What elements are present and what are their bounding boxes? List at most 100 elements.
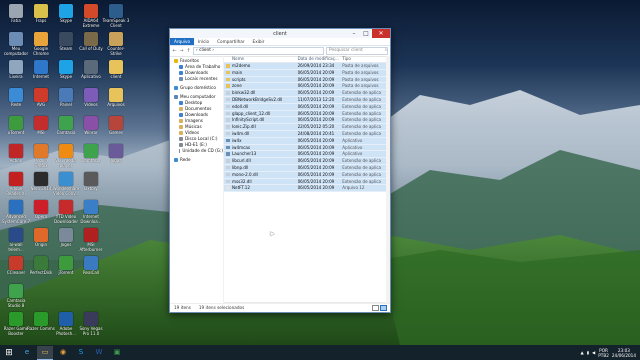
taskbar-explorer-icon[interactable]: ▭ bbox=[37, 345, 53, 360]
desktop-icon[interactable]: jTorrent bbox=[52, 256, 80, 286]
file-row[interactable]: scripts 06/05/2014 20:09 Pasta de arquivos bbox=[224, 76, 390, 84]
desktop-icon[interactable]: MSI bbox=[27, 116, 55, 146]
nav-item[interactable]: Grupo doméstico bbox=[170, 85, 223, 91]
desktop-icon[interactable]: VLC media player bbox=[52, 144, 80, 174]
desktop-icon[interactable]: Fraps bbox=[27, 4, 55, 34]
volume-icon[interactable]: ◀ bbox=[592, 350, 595, 355]
desktop-icon[interactable]: Origin bbox=[27, 228, 55, 258]
desktop-icon[interactable]: RealCall bbox=[77, 256, 105, 286]
search-input[interactable]: Pesquisar client ⌕ bbox=[326, 47, 388, 55]
title-bar[interactable]: client – □ ✕ bbox=[170, 29, 390, 38]
desktop-icon[interactable]: Camtasia Studio 8 bbox=[2, 284, 30, 314]
desktop-icon[interactable]: Counter-Strike bbox=[102, 32, 130, 62]
nav-item[interactable]: Rede bbox=[170, 157, 223, 163]
desktop-icon[interactable]: YTD Video Downloader bbox=[52, 200, 80, 230]
file-row[interactable]: NetFT.12 06/05/2014 20:09 Arquivo 12 bbox=[224, 185, 390, 193]
vertical-scrollbar[interactable] bbox=[386, 56, 390, 304]
desktop-icon[interactable]: Call of Duty bbox=[77, 32, 105, 62]
desktop-icon[interactable]: Steam bbox=[52, 32, 80, 62]
desktop-icon[interactable]: Internet Downloa... bbox=[77, 200, 105, 230]
file-row[interactable]: DBNetworkBridgeSv2.dll 11/07/2013 12:20 Ex… bbox=[224, 96, 390, 104]
file-row[interactable]: binkw32.dll 06/05/2014 20:09 Extensão de a… bbox=[224, 90, 390, 97]
minimize-button[interactable]: – bbox=[348, 29, 360, 38]
column-date[interactable]: Data de modificaç... bbox=[298, 56, 343, 62]
tray-arrow-icon[interactable]: ▲ bbox=[580, 350, 583, 355]
desktop-icon[interactable]: TeamSpeak 3 Client bbox=[102, 4, 130, 34]
clock[interactable]: 23:03 24/06/2014 bbox=[612, 348, 636, 358]
desktop-icon[interactable]: Meu computador bbox=[2, 32, 30, 62]
desktop-icon[interactable]: Action bbox=[2, 144, 30, 174]
desktop-icon[interactable]: Winrar bbox=[77, 116, 105, 146]
desktop-icon[interactable]: Lixeira bbox=[2, 60, 30, 90]
taskbar-word-icon[interactable]: W bbox=[91, 346, 107, 359]
file-row[interactable]: main 06/05/2014 20:09 Pasta de arquivos bbox=[224, 69, 390, 77]
taskbar-ie-icon[interactable]: e bbox=[19, 346, 35, 359]
file-row[interactable]: iw4x 06/05/2014 20:09 Aplicativo bbox=[224, 137, 390, 145]
address-path[interactable]: › client › bbox=[193, 47, 324, 55]
desktop-icon[interactable]: PerfectDisk bbox=[27, 256, 55, 286]
desktop-icon[interactable]: MSI Afterburner bbox=[77, 228, 105, 258]
desktop-icon[interactable]: Skype bbox=[52, 4, 80, 34]
desktop-icon[interactable]: AVG bbox=[27, 88, 55, 118]
desktop-icon[interactable]: Nero 2014 bbox=[27, 172, 55, 202]
network-icon[interactable]: ▮ bbox=[587, 350, 589, 355]
desktop-icon[interactable]: Arquivos bbox=[102, 88, 130, 118]
desktop-icon[interactable]: Skype bbox=[52, 60, 80, 90]
file-row[interactable]: InfinityScript.dll 06/05/2014 20:09 Extens… bbox=[224, 117, 390, 125]
desktop-icon[interactable]: Games bbox=[102, 116, 130, 146]
desktop-icon[interactable]: Internet bbox=[27, 60, 55, 90]
file-row[interactable]: edoll.dll 06/05/2014 20:09 Extensão de apl… bbox=[224, 103, 390, 111]
taskbar-chrome-icon[interactable]: ◉ bbox=[55, 346, 71, 359]
desktop-icon[interactable]: Sony Vegas Pro 11.0 bbox=[77, 312, 105, 342]
file-row[interactable]: mono-2.0.dll 06/05/2014 20:09 Extensão de … bbox=[224, 171, 390, 179]
file-row[interactable]: m2demo 26/09/2014 23:34 Pasta de arquivos bbox=[224, 63, 390, 70]
file-row[interactable]: glapp_client_12.dll 06/05/2014 20:09 Exten… bbox=[224, 110, 390, 118]
close-button[interactable]: ✕ bbox=[372, 29, 390, 38]
desktop-icon[interactable]: Painel bbox=[52, 88, 80, 118]
list-view-icon[interactable] bbox=[380, 305, 387, 311]
explorer-window[interactable]: client – □ ✕ Arquivo Início Compartilhar… bbox=[169, 28, 391, 313]
desktop-icon[interactable]: Rede bbox=[2, 88, 30, 118]
taskbar-camtasia-icon[interactable]: ▣ bbox=[109, 346, 125, 359]
tab-arquivo[interactable]: Arquivo bbox=[170, 38, 195, 45]
desktop-icon[interactable]: Jogos bbox=[52, 228, 80, 258]
file-row[interactable]: Ionic.Zip.dll 22/05/2012 05:20 Extensão de… bbox=[224, 124, 390, 131]
desktop-icon[interactable]: Opera bbox=[27, 200, 55, 230]
desktop-icon[interactable]: Razer Game Booster bbox=[2, 312, 30, 342]
back-arrow-icon[interactable]: ← bbox=[172, 48, 177, 54]
tab-inicio[interactable]: Início bbox=[194, 38, 213, 45]
file-row[interactable]: libnp.dll 06/05/2014 20:09 Extensão de apl… bbox=[224, 164, 390, 172]
up-arrow-icon[interactable]: ↑ bbox=[186, 48, 191, 54]
desktop-icon[interactable]: Google Chrome bbox=[27, 32, 55, 62]
file-row[interactable]: iw4mcas 06/05/2014 20:09 Aplicativo bbox=[224, 144, 390, 152]
desktop-icon[interactable]: Camtasia bbox=[77, 144, 105, 174]
desktop-icon[interactable]: Fatia bbox=[2, 4, 30, 34]
forward-arrow-icon[interactable]: → bbox=[179, 48, 184, 54]
nav-item[interactable]: Locais recentes bbox=[170, 76, 223, 82]
taskbar-skype-icon[interactable]: S bbox=[73, 346, 89, 359]
language-indicator[interactable]: POR PTB2 bbox=[598, 348, 609, 358]
file-row[interactable]: mss32.dll 06/05/2014 20:09 Extensão de apl… bbox=[224, 178, 390, 186]
tab-exibir[interactable]: Exibir bbox=[249, 38, 269, 45]
desktop-icon[interactable]: Advanced SystemCare 7 bbox=[2, 200, 30, 230]
file-row[interactable]: zone 06/05/2014 20:09 Pasta de arquivos bbox=[224, 83, 390, 91]
desktop-icon[interactable]: Vídeos bbox=[77, 88, 105, 118]
desktop-icon[interactable]: Adobe Reader XI bbox=[2, 172, 30, 202]
desktop-icon[interactable]: ai-wall telem... bbox=[2, 228, 30, 258]
column-name[interactable]: Nome bbox=[224, 56, 298, 62]
desktop-icon[interactable]: Razer Comms bbox=[27, 312, 55, 342]
desktop-icon[interactable]: Jogos bbox=[102, 144, 130, 174]
file-row[interactable]: libcurl.dll 06/05/2014 20:09 Extensão de a… bbox=[224, 158, 390, 165]
column-type[interactable]: Tipo bbox=[342, 56, 390, 62]
start-button[interactable]: ⊞ bbox=[0, 345, 18, 360]
desktop-icon[interactable]: Wondershare Video Conv... bbox=[52, 172, 80, 202]
desktop-icon[interactable]: Adobe Photosh... bbox=[52, 312, 80, 342]
file-row[interactable]: Launcher13 06/05/2014 20:09 Aplicativo bbox=[224, 151, 390, 159]
desktop-icon[interactable]: uTorrent bbox=[2, 116, 30, 146]
desktop-icon[interactable]: Mozilla Firefox bbox=[27, 144, 55, 174]
maximize-button[interactable]: □ bbox=[360, 29, 372, 38]
desktop-icon[interactable]: Camtasia bbox=[52, 116, 80, 146]
file-row[interactable]: iw4m.dll 24/08/2014 20:41 Extensão de apli… bbox=[224, 130, 390, 138]
desktop-icon[interactable]: AIDA64 Extreme bbox=[77, 4, 105, 34]
nav-item[interactable]: Unidade de CD (G:) bbox=[170, 148, 223, 154]
